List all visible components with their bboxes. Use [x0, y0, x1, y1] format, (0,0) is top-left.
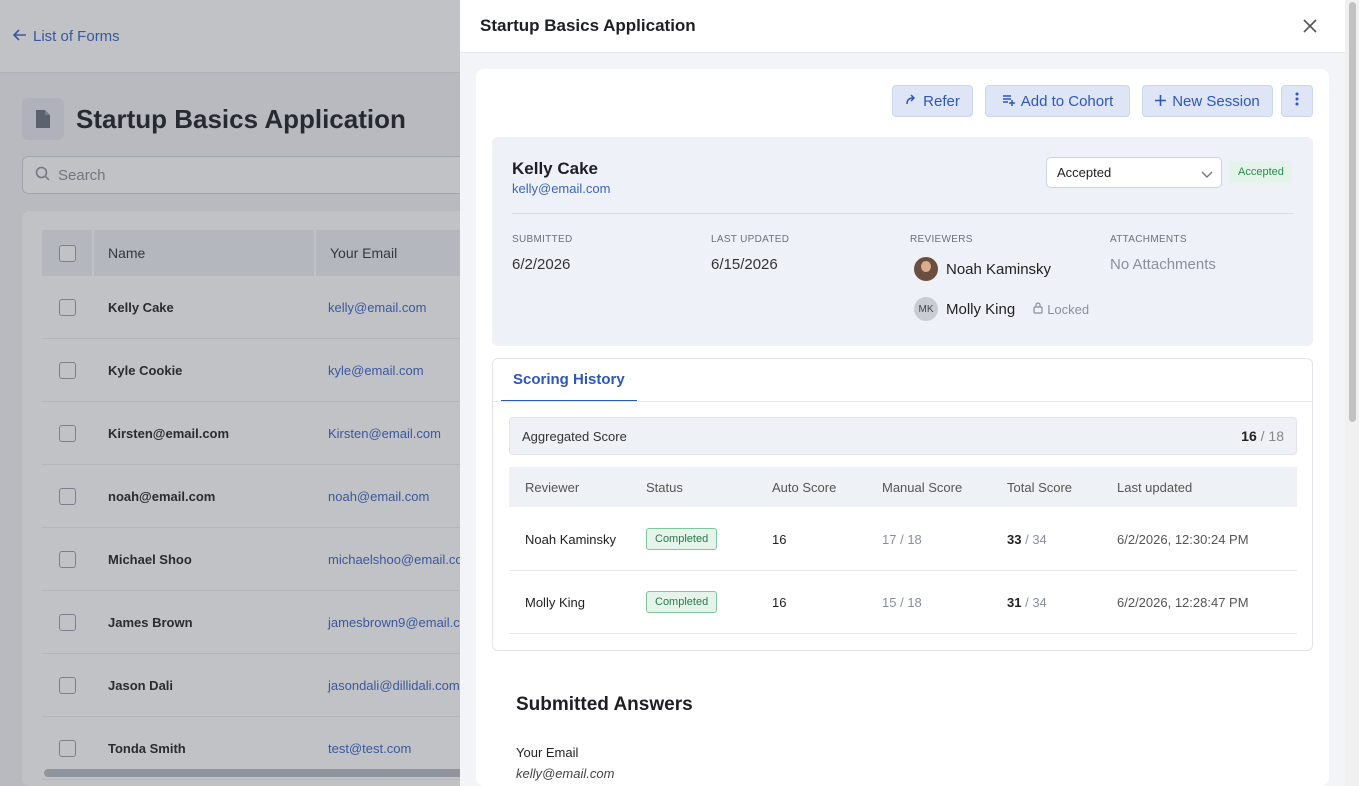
answer-label: Your Email — [516, 745, 579, 760]
total-score: 33 / 34 — [1007, 531, 1047, 547]
add-to-cohort-label: Add to Cohort — [1020, 92, 1114, 110]
playlist-add-icon — [1002, 93, 1015, 110]
status-select[interactable]: Accepted — [1046, 157, 1222, 188]
aggregated-score-label: Aggregated Score — [522, 428, 627, 444]
reviewer-name: Noah Kaminsky — [946, 260, 1052, 278]
new-session-label: New Session — [1172, 92, 1260, 110]
last-updated-label: LAST UPDATED — [711, 234, 790, 245]
refer-label: Refer — [923, 92, 960, 110]
lock-icon — [1033, 301, 1043, 317]
table-row[interactable]: Molly King Completed 16 15 / 18 31 / 34 … — [509, 571, 1297, 634]
locked-indicator: Locked — [1033, 302, 1089, 317]
chevron-down-icon — [1201, 167, 1213, 182]
status-badge: Completed — [646, 528, 718, 550]
drawer-title: Startup Basics Application — [480, 16, 696, 35]
column-header-reviewer: Reviewer — [525, 479, 580, 495]
applicant-email[interactable]: kelly@email.com — [512, 181, 610, 196]
attachments-value: No Attachments — [1110, 256, 1216, 273]
close-icon — [1303, 19, 1317, 33]
plus-icon — [1155, 93, 1167, 110]
status-badge: Completed — [646, 591, 718, 613]
vertical-scrollbar[interactable] — [1349, 2, 1356, 422]
column-header-auto-score: Auto Score — [772, 479, 837, 495]
score-table-header: Reviewer Status Auto Score Manual Score … — [509, 467, 1297, 507]
total-score: 31 / 34 — [1007, 594, 1047, 610]
avatar — [914, 257, 938, 281]
tab-scoring-history[interactable]: Scoring History — [501, 359, 637, 402]
applicant-summary: Kelly Cake kelly@email.com Accepted Acce… — [492, 137, 1313, 346]
locked-label: Locked — [1047, 301, 1090, 317]
tab-divider — [493, 401, 1312, 402]
reviewer-item: Noah Kaminsky — [914, 257, 1051, 281]
last-updated-value: 6/15/2026 — [711, 256, 778, 273]
avatar: MK — [914, 297, 938, 321]
drawer-header: Startup Basics Application — [460, 0, 1345, 53]
more-options-button[interactable] — [1281, 85, 1313, 117]
reviewer-name: Molly King — [525, 594, 585, 610]
more-vertical-icon — [1295, 92, 1299, 110]
auto-score: 16 — [772, 531, 787, 547]
last-updated: 6/2/2026, 12:28:47 PM — [1117, 594, 1249, 610]
new-session-button[interactable]: New Session — [1142, 85, 1273, 117]
attachments-label: ATTACHMENTS — [1110, 234, 1187, 245]
column-header-last-updated: Last updated — [1117, 479, 1193, 495]
manual-score: 17 / 18 — [882, 531, 922, 547]
submitted-answers-heading: Submitted Answers — [516, 694, 693, 715]
reviewer-item: MK Molly King Locked — [914, 297, 1089, 321]
close-button[interactable] — [1300, 16, 1320, 36]
reviewers-label: REVIEWERS — [910, 234, 973, 245]
add-to-cohort-button[interactable]: Add to Cohort — [985, 85, 1130, 117]
manual-score: 15 / 18 — [882, 594, 922, 610]
reviewer-name: Molly King — [946, 300, 1016, 318]
aggregated-score-row: Aggregated Score 16 / 18 — [509, 417, 1297, 455]
auto-score: 16 — [772, 594, 787, 610]
refer-button[interactable]: Refer — [892, 85, 973, 117]
answer-value: kelly@email.com — [516, 766, 615, 781]
column-header-total-score: Total Score — [1007, 479, 1073, 495]
status-badge: Accepted — [1230, 161, 1292, 183]
aggregated-score-value: 16 / 18 — [1241, 428, 1284, 444]
submitted-label: SUBMITTED — [512, 234, 573, 245]
table-row[interactable]: Noah Kaminsky Completed 16 17 / 18 33 / … — [509, 508, 1297, 571]
scoring-history-panel: Scoring History Aggregated Score 16 / 18… — [492, 358, 1313, 651]
column-header-status: Status — [646, 479, 683, 495]
applicant-name: Kelly Cake — [512, 159, 598, 178]
reviewer-name: Noah Kaminsky — [525, 531, 617, 547]
column-header-manual-score: Manual Score — [882, 479, 963, 495]
submitted-value: 6/2/2026 — [512, 256, 571, 273]
share-arrow-icon — [905, 93, 917, 110]
status-select-value: Accepted — [1057, 165, 1112, 180]
last-updated: 6/2/2026, 12:30:24 PM — [1117, 531, 1249, 547]
divider — [512, 213, 1293, 214]
